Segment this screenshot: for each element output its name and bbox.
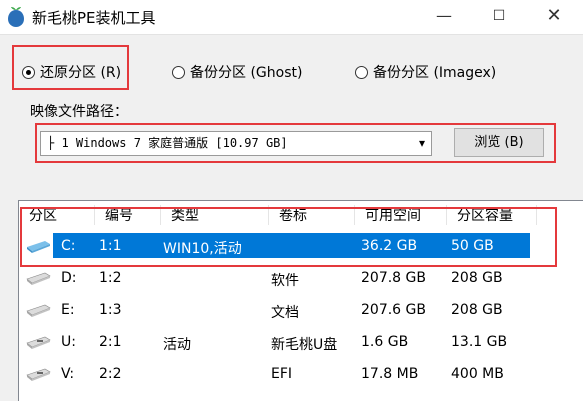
cell-capacity: 208 GB	[451, 302, 503, 318]
usb-drive-icon	[26, 336, 51, 349]
drive-icon	[26, 272, 51, 285]
drive-icon	[26, 304, 51, 317]
image-path-label: 映像文件路径：	[30, 104, 128, 120]
close-button[interactable]: ✕	[531, 0, 577, 34]
cell-label: EFI	[271, 366, 293, 382]
cell-drive: V:	[61, 366, 75, 382]
minimize-button[interactable]: —	[421, 0, 467, 34]
table-row[interactable]: E: 1:3 文档 207.6 GB 208 GB	[19, 295, 583, 325]
table-row[interactable]: V: 2:2 EFI 17.8 MB 400 MB	[19, 359, 583, 389]
peach-app-icon	[8, 7, 24, 27]
cell-label: 新毛桃U盘	[271, 337, 338, 353]
cell-label: 文档	[271, 305, 299, 321]
cell-capacity: 13.1 GB	[451, 334, 508, 350]
cell-free-space: 17.8 MB	[361, 366, 419, 382]
cell-number: 2:2	[99, 366, 122, 382]
cell-label: 软件	[271, 273, 299, 289]
cell-free-space: 207.6 GB	[361, 302, 426, 318]
radio-backup-ghost[interactable]: 备份分区 (Ghost)	[172, 62, 302, 82]
cell-drive: U:	[61, 334, 76, 350]
highlight-box-partition	[20, 207, 557, 267]
cell-number: 1:3	[99, 302, 122, 318]
radio-unchecked-icon	[172, 65, 185, 79]
cell-drive: E:	[61, 302, 75, 318]
cell-number: 1:2	[99, 270, 122, 286]
highlight-box-image	[35, 123, 556, 163]
cell-type: 活动	[163, 337, 191, 353]
table-row[interactable]: D: 1:2 软件 207.8 GB 208 GB	[19, 263, 583, 293]
cell-drive: D:	[61, 270, 77, 286]
maximize-button[interactable]: ☐	[476, 0, 522, 34]
window-title: 新毛桃PE装机工具	[32, 9, 156, 27]
title-bar: 新毛桃PE装机工具 — ☐ ✕	[0, 0, 583, 35]
usb-drive-icon	[26, 368, 51, 381]
radio-unchecked-icon	[355, 65, 368, 79]
radio-backup-imagex[interactable]: 备份分区 (Imagex)	[355, 62, 496, 82]
radio-label: 备份分区 (Imagex)	[373, 65, 497, 81]
cell-capacity: 400 MB	[451, 366, 504, 382]
cell-free-space: 1.6 GB	[361, 334, 409, 350]
cell-free-space: 207.8 GB	[361, 270, 426, 286]
cell-number: 2:1	[99, 334, 122, 350]
highlight-box-restore	[12, 45, 129, 90]
cell-capacity: 208 GB	[451, 270, 503, 286]
table-row[interactable]: U: 2:1 活动 新毛桃U盘 1.6 GB 13.1 GB	[19, 327, 583, 357]
radio-label: 备份分区 (Ghost)	[190, 65, 303, 81]
